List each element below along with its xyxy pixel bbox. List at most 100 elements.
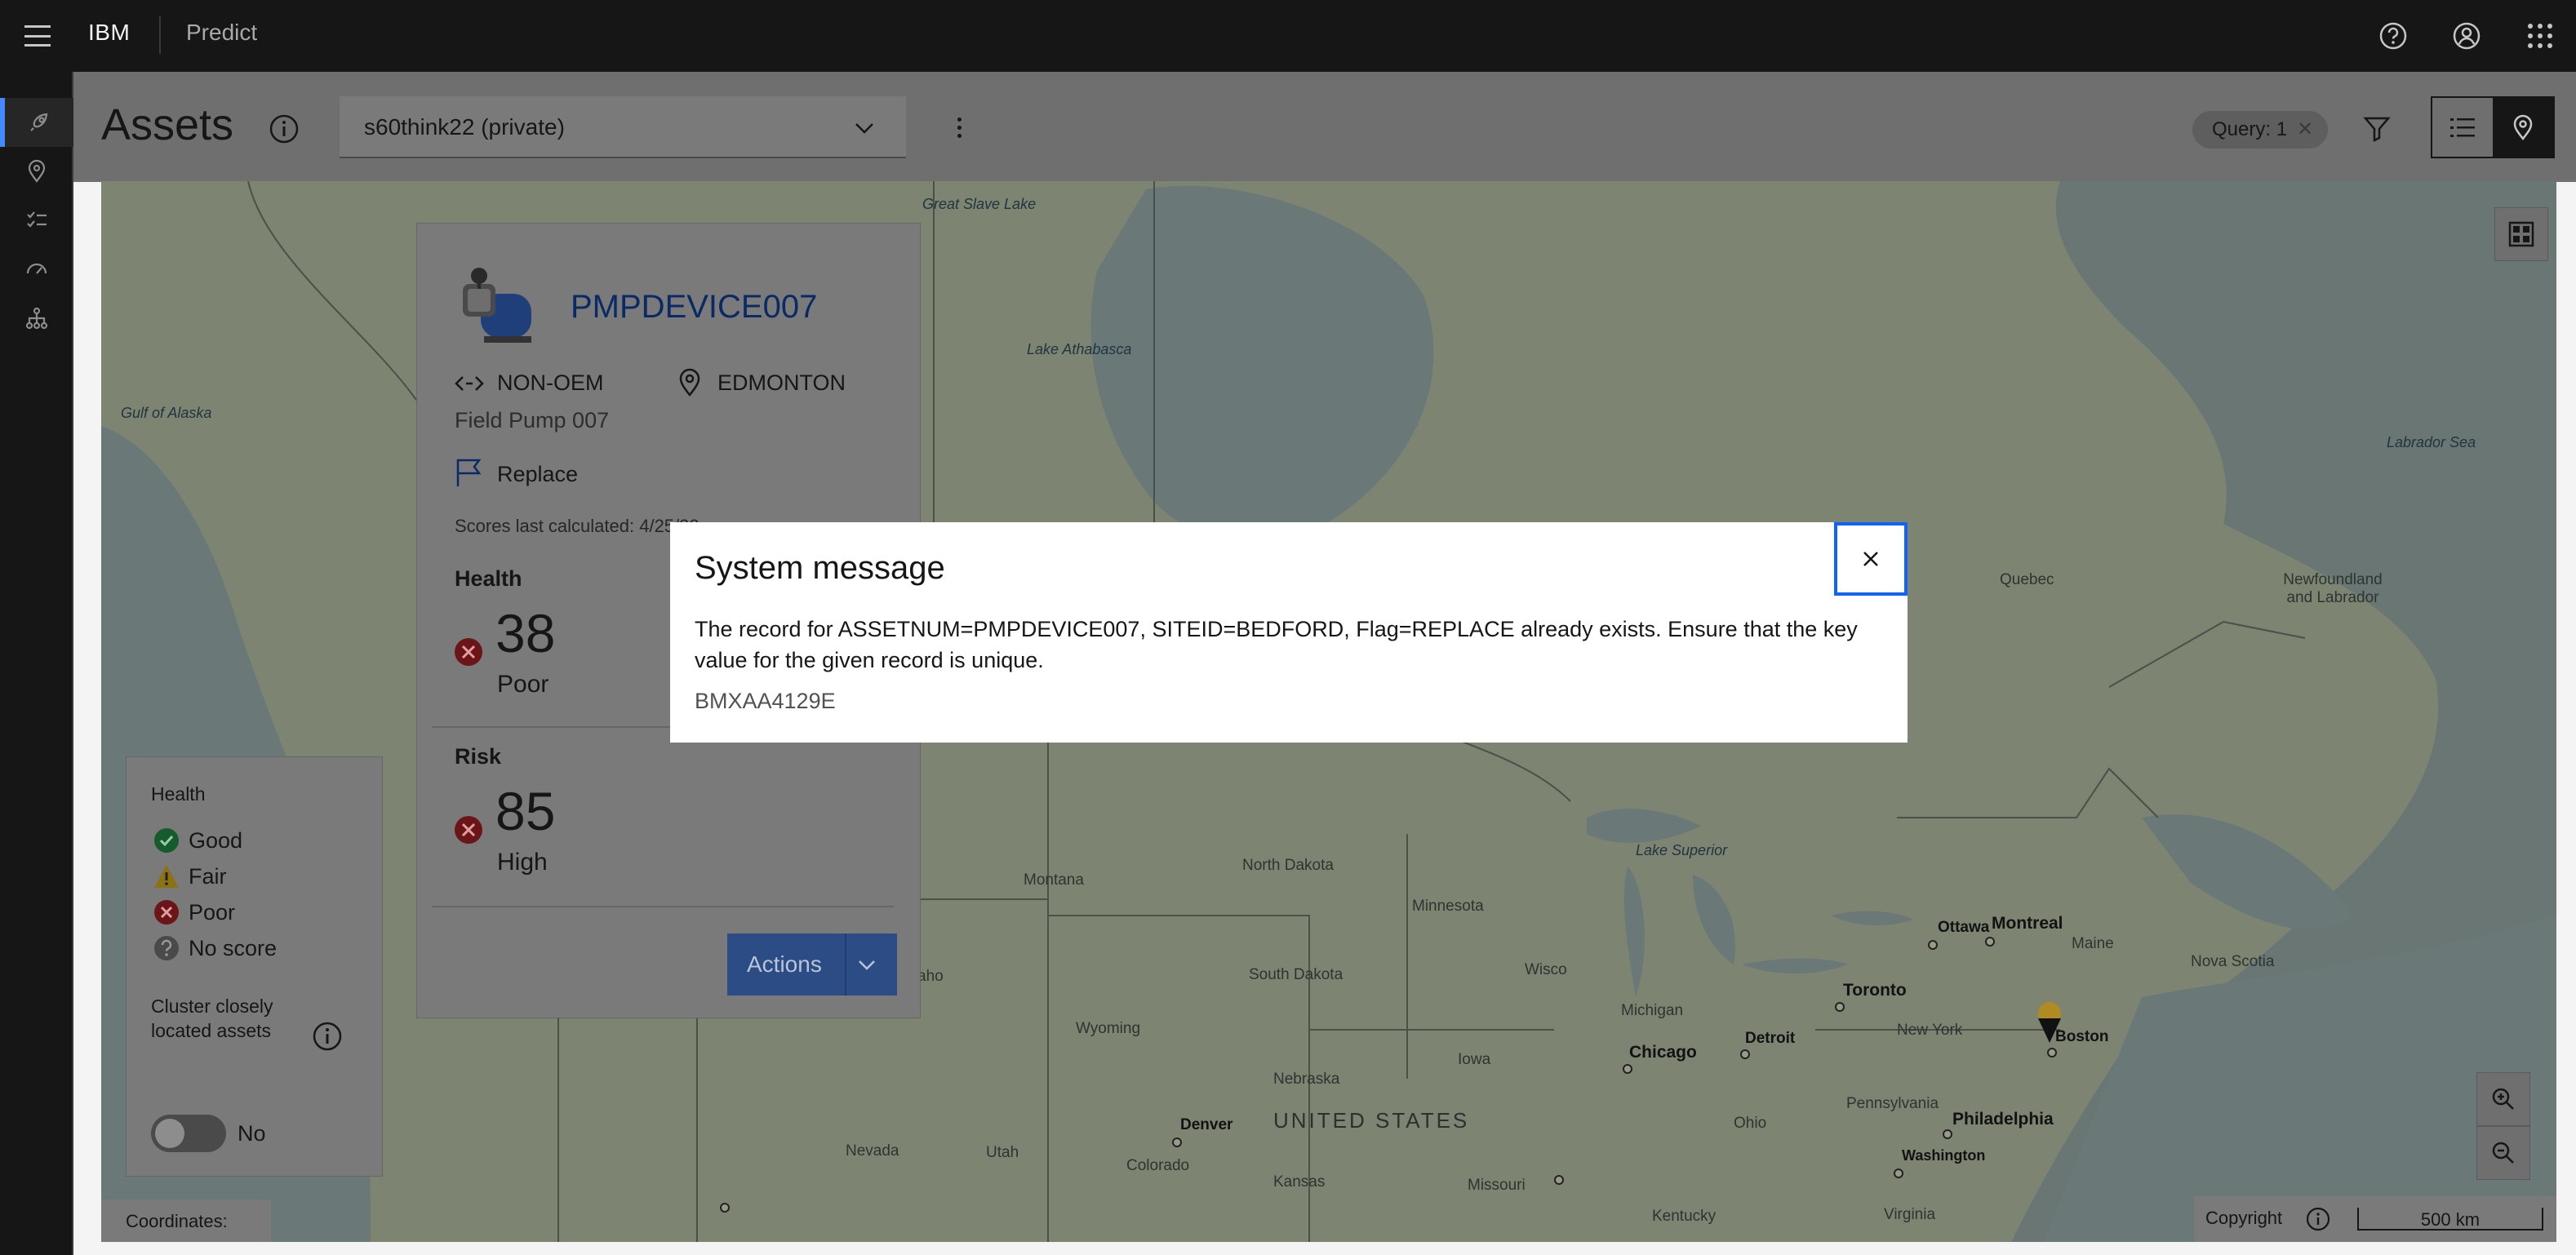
city-marker-montreal[interactable] bbox=[1985, 937, 1995, 947]
map-label-virginia: Virginia bbox=[1884, 1206, 1936, 1223]
product-name[interactable]: Predict bbox=[186, 20, 257, 46]
info-icon[interactable] bbox=[311, 1020, 344, 1053]
dashboard-gauge-icon[interactable] bbox=[0, 245, 73, 294]
city-marker-washington[interactable] bbox=[1894, 1169, 1903, 1178]
card-divider bbox=[432, 906, 894, 907]
city-marker-boston[interactable] bbox=[2047, 1048, 2057, 1058]
city-marker-chicago[interactable] bbox=[1623, 1064, 1632, 1074]
city-label-montreal: Montreal bbox=[1992, 914, 2063, 933]
close-icon[interactable]: ✕ bbox=[2297, 111, 2313, 149]
zoom-out-icon[interactable] bbox=[2476, 1126, 2530, 1180]
map-view-icon[interactable] bbox=[2493, 98, 2553, 157]
legend-label: Fair bbox=[189, 863, 227, 889]
map-label-maine: Maine bbox=[2072, 935, 2114, 952]
asset-description: Field Pump 007 bbox=[455, 408, 610, 432]
city-marker-philadelphia[interactable] bbox=[1943, 1129, 1952, 1139]
city-marker[interactable] bbox=[1554, 1175, 1564, 1185]
close-icon[interactable] bbox=[1834, 522, 1908, 596]
map-label-colorado: Colorado bbox=[1126, 1157, 1190, 1174]
map-label-united-states: UNITED STATES bbox=[1273, 1108, 1470, 1133]
city-marker-ottawa[interactable] bbox=[1928, 940, 1938, 950]
map-label-wisconsin: Wisco bbox=[1525, 961, 1567, 978]
risk-score: 85 bbox=[495, 781, 556, 841]
map-label-north-dakota: North Dakota bbox=[1242, 857, 1334, 874]
warning-alt-filled-icon bbox=[154, 865, 179, 888]
map-label-nebraska: Nebraska bbox=[1273, 1071, 1340, 1088]
code-view-icon bbox=[453, 367, 486, 400]
flag-icon bbox=[453, 457, 486, 490]
legend-item-good: Good bbox=[153, 826, 242, 855]
actions-button[interactable]: Actions bbox=[727, 933, 897, 996]
cluster-toggle-state: No bbox=[238, 1121, 266, 1146]
asset-id-link[interactable]: PMPDEVICE007 bbox=[571, 289, 817, 326]
button-separator bbox=[845, 933, 846, 996]
health-legend: Health Good Fair Poor No score Cluster c… bbox=[126, 756, 383, 1177]
basemap-gallery-icon[interactable] bbox=[2494, 207, 2548, 261]
hamburger-menu-icon[interactable] bbox=[23, 21, 52, 51]
help-filled-icon bbox=[154, 936, 179, 960]
modal-error-code: BMXAA4129E bbox=[695, 689, 836, 713]
city-label-toronto: Toronto bbox=[1843, 981, 1907, 1000]
top-header: IBM Predict bbox=[0, 0, 2576, 72]
asset-location: EDMONTON bbox=[717, 370, 846, 395]
copyright-label: Copyright bbox=[2205, 1208, 2283, 1228]
map-label-nova-scotia: Nova Scotia bbox=[2191, 953, 2275, 970]
risk-label: Risk bbox=[455, 744, 502, 769]
pump-image bbox=[456, 261, 546, 351]
city-marker-denver[interactable] bbox=[1172, 1137, 1182, 1147]
repository-select-value: s60think22 (private) bbox=[364, 114, 565, 140]
view-switcher bbox=[2431, 96, 2555, 158]
info-icon[interactable] bbox=[2305, 1206, 2331, 1232]
info-icon[interactable] bbox=[268, 113, 300, 145]
brand-name[interactable]: IBM bbox=[88, 20, 130, 46]
user-avatar-icon[interactable] bbox=[2447, 16, 2486, 55]
map-scale-bar: 500 km bbox=[2357, 1208, 2543, 1231]
overflow-menu-icon[interactable] bbox=[947, 111, 971, 144]
map-scale-label: 500 km bbox=[2420, 1209, 2481, 1230]
help-icon[interactable] bbox=[2374, 16, 2413, 55]
modal-message: The record for ASSETNUM=PMPDEVICE007, SI… bbox=[695, 617, 1858, 672]
map-label-kansas: Kansas bbox=[1273, 1173, 1326, 1191]
asset-flag: Replace bbox=[497, 462, 579, 486]
city-marker[interactable] bbox=[720, 1203, 730, 1213]
rocket-icon[interactable] bbox=[0, 98, 73, 147]
error-filled-icon bbox=[453, 814, 484, 845]
map-label-great-slave-lake: Great Slave Lake bbox=[922, 196, 1037, 212]
list-view-icon[interactable] bbox=[2432, 98, 2493, 157]
legend-item-fair: Fair bbox=[153, 862, 227, 891]
map-attribution-bar: Copyright 500 km bbox=[2194, 1196, 2556, 1242]
location-icon[interactable] bbox=[0, 147, 73, 196]
asset-map-marker-icon[interactable] bbox=[2034, 1000, 2065, 1046]
health-label: Health bbox=[455, 566, 522, 591]
map-label-gulf-of-alaska: Gulf of Alaska bbox=[121, 405, 212, 421]
map-label-utah: Utah bbox=[986, 1144, 1019, 1161]
hierarchy-icon[interactable] bbox=[0, 294, 73, 343]
map-label-nevada: Nevada bbox=[846, 1142, 899, 1160]
task-list-icon[interactable] bbox=[0, 196, 73, 245]
city-label-denver: Denver bbox=[1180, 1116, 1233, 1133]
location-icon bbox=[673, 366, 706, 398]
city-marker-detroit[interactable] bbox=[1740, 1049, 1750, 1059]
city-marker-toronto[interactable] bbox=[1835, 1002, 1845, 1012]
query-tag[interactable]: Query: 1 ✕ bbox=[2192, 111, 2329, 149]
map-label-minnesota: Minnesota bbox=[1412, 898, 1484, 915]
repository-select[interactable]: s60think22 (private) bbox=[340, 96, 906, 158]
zoom-in-icon[interactable] bbox=[2476, 1072, 2530, 1126]
legend-label: Good bbox=[189, 827, 243, 853]
map-label-idaho: aho bbox=[917, 968, 944, 985]
toggle-knob bbox=[155, 1119, 184, 1148]
asset-manufacturer: NON-OEM bbox=[497, 370, 604, 395]
map-label-pennsylvania: Pennsylvania bbox=[1846, 1095, 1939, 1112]
filter-icon[interactable] bbox=[2354, 106, 2400, 152]
map-label-labrador-sea: Labrador Sea bbox=[2387, 434, 2476, 450]
risk-rating: High bbox=[497, 849, 548, 876]
app-switcher-icon[interactable] bbox=[2520, 16, 2560, 55]
city-label-chicago: Chicago bbox=[1629, 1043, 1697, 1062]
map-label-south-dakota: South Dakota bbox=[1249, 966, 1344, 983]
legend-label: No score bbox=[189, 935, 278, 960]
chevron-down-icon[interactable] bbox=[855, 953, 879, 982]
cluster-toggle[interactable] bbox=[151, 1115, 226, 1152]
map-label-lake-athabasca: Lake Athabasca bbox=[1027, 341, 1132, 357]
map-label-montana: Montana bbox=[1024, 871, 1084, 889]
city-label-washington: Washington bbox=[1902, 1147, 1986, 1164]
